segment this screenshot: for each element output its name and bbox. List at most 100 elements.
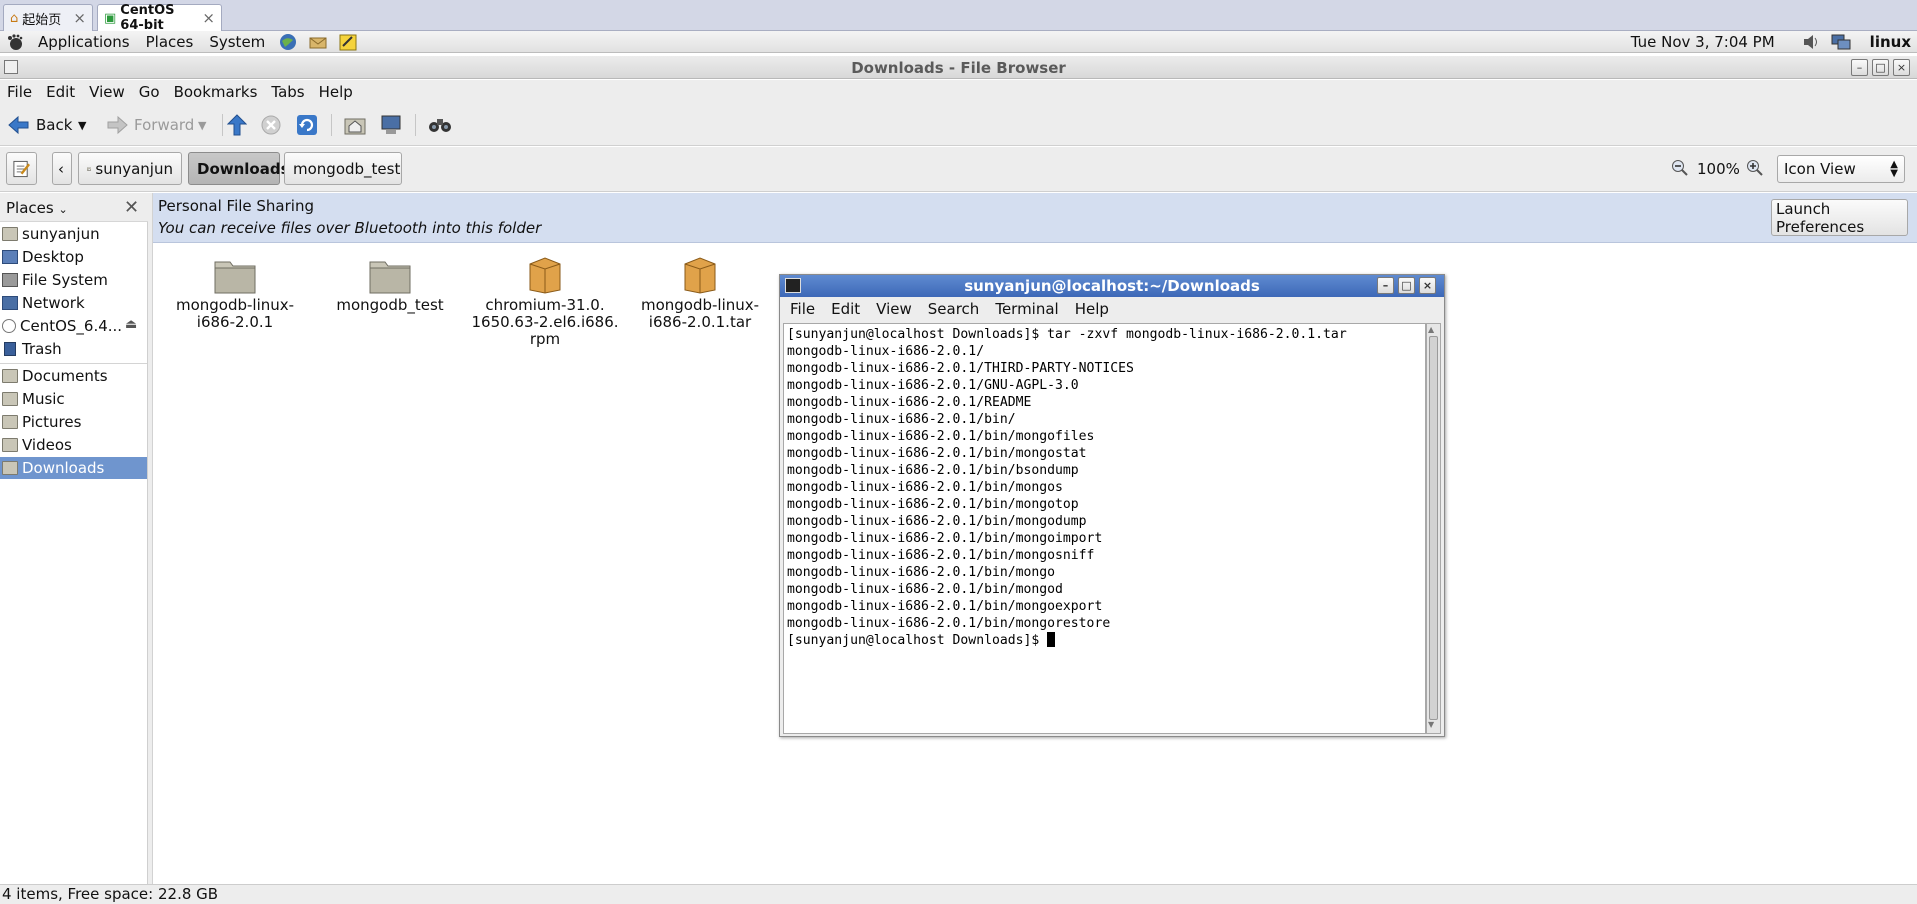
panel-menu-places[interactable]: Places xyxy=(138,33,202,51)
panel-menu-applications[interactable]: Applications xyxy=(30,33,138,51)
terminal-menu-help[interactable]: Help xyxy=(1065,300,1115,318)
panel-clock[interactable]: Tue Nov 3, 7:04 PM xyxy=(1631,33,1775,51)
close-button[interactable]: × xyxy=(1893,59,1910,76)
browser-tab-centos[interactable]: ▣ CentOS 64-bit × xyxy=(97,3,222,33)
terminal-scrollbar[interactable]: ▲ ▼ xyxy=(1426,323,1441,734)
home-folder-icon xyxy=(87,167,92,171)
zoom-out-button[interactable] xyxy=(1671,159,1689,181)
view-mode-select[interactable]: Icon View ▲ ▼ xyxy=(1777,155,1905,183)
text-editor-icon[interactable] xyxy=(338,33,358,51)
reload-icon xyxy=(297,115,317,135)
path-scroll-left-button[interactable]: ‹ xyxy=(52,152,72,185)
terminal-window[interactable]: sunyanjun@localhost:~/Downloads – □ × Fi… xyxy=(779,274,1445,737)
close-button[interactable]: × xyxy=(1419,277,1436,294)
panel-menu-system[interactable]: System xyxy=(201,33,273,51)
menu-bookmarks[interactable]: Bookmarks xyxy=(167,83,265,101)
close-icon[interactable]: × xyxy=(202,9,215,27)
sidebar-item-videos[interactable]: Videos xyxy=(0,434,147,456)
sidebar-item-file-system[interactable]: File System xyxy=(0,269,147,291)
folder-icon xyxy=(2,438,18,452)
terminal-menu-search[interactable]: Search xyxy=(918,300,986,318)
panel-username[interactable]: linux xyxy=(1870,33,1911,51)
terminal-menu-edit[interactable]: Edit xyxy=(821,300,866,318)
search-button[interactable] xyxy=(428,112,452,138)
menu-tabs[interactable]: Tabs xyxy=(264,83,311,101)
back-button[interactable]: Back xyxy=(8,112,72,138)
file-item[interactable]: chromium-31.0. 1650.63-2.el6.i686. rpm xyxy=(470,256,620,348)
folder-icon xyxy=(2,392,18,406)
terminal-menu-view[interactable]: View xyxy=(866,300,918,318)
toggle-location-entry-button[interactable] xyxy=(6,152,37,185)
forward-button[interactable]: Forward xyxy=(106,112,194,138)
sidebar-item-downloads[interactable]: Downloads xyxy=(0,457,147,479)
terminal-titlebar[interactable]: sunyanjun@localhost:~/Downloads – □ × xyxy=(780,275,1444,297)
file-browser-titlebar[interactable]: Downloads - File Browser – □ × xyxy=(0,56,1917,79)
path-button-mongodb-test[interactable]: mongodb_test xyxy=(284,152,402,185)
file-item[interactable]: mongodb_test xyxy=(315,256,465,314)
browser-tab-home[interactable]: ⌂ 起始页 × xyxy=(3,4,93,31)
terminal-line: mongodb-linux-i686-2.0.1/bin/mongotop xyxy=(787,497,1079,512)
sidebar-item-centos-disc[interactable]: CentOS_6.4... ⏏ xyxy=(0,315,147,337)
minimize-button[interactable]: – xyxy=(1851,59,1868,76)
minimize-button[interactable]: – xyxy=(1377,277,1394,294)
sidebar-item-sunyanjun[interactable]: sunyanjun xyxy=(0,223,147,245)
scroll-down-icon[interactable]: ▼ xyxy=(1428,720,1434,729)
sidebar-item-pictures[interactable]: Pictures xyxy=(0,411,147,433)
zoom-level[interactable]: 100% xyxy=(1697,160,1740,178)
menu-help[interactable]: Help xyxy=(312,83,360,101)
sidebar-resize-handle[interactable] xyxy=(148,193,153,884)
terminal-line: mongodb-linux-i686-2.0.1/bin/mongofiles xyxy=(787,429,1095,444)
launch-preferences-button[interactable]: Launch Preferences xyxy=(1771,199,1908,236)
mail-client-icon[interactable] xyxy=(308,33,328,51)
sidebar-item-label: Trash xyxy=(22,340,62,358)
browser-tab-label: CentOS 64-bit xyxy=(120,3,175,33)
menu-file[interactable]: File xyxy=(0,83,39,101)
web-browser-icon[interactable] xyxy=(278,33,298,51)
toolbar-separator xyxy=(331,114,332,136)
maximize-button[interactable]: □ xyxy=(1398,277,1415,294)
menu-edit[interactable]: Edit xyxy=(39,83,82,101)
terminal-menu-file[interactable]: File xyxy=(780,300,821,318)
path-button-sunyanjun[interactable]: sunyanjun xyxy=(78,152,182,185)
maximize-button[interactable]: □ xyxy=(1872,59,1889,76)
file-item[interactable]: mongodb-linux- i686-2.0.1.tar xyxy=(625,256,775,331)
sidebar-item-desktop[interactable]: Desktop xyxy=(0,246,147,268)
forward-history-dropdown[interactable]: ▼ xyxy=(198,112,206,138)
terminal-line: mongodb-linux-i686-2.0.1/bin/ xyxy=(787,412,1016,427)
path-button-downloads[interactable]: Downloads xyxy=(188,152,290,185)
menu-go[interactable]: Go xyxy=(132,83,167,101)
network-status-icon[interactable] xyxy=(1831,33,1851,51)
up-button[interactable] xyxy=(227,112,247,138)
file-item[interactable]: mongodb-linux- i686-2.0.1 xyxy=(160,256,310,331)
back-history-dropdown[interactable]: ▼ xyxy=(78,112,86,138)
volume-icon[interactable] xyxy=(1801,33,1821,51)
stop-icon xyxy=(261,115,281,135)
terminal-output[interactable]: [sunyanjun@localhost Downloads]$ tar -zx… xyxy=(783,323,1426,734)
sidebar-type-select[interactable]: Places ⌄ xyxy=(6,199,68,217)
eject-icon[interactable]: ⏏ xyxy=(125,317,137,332)
sidebar-item-label: sunyanjun xyxy=(22,225,100,243)
close-icon[interactable]: × xyxy=(73,9,86,27)
menu-view[interactable]: View xyxy=(82,83,132,101)
scroll-up-icon[interactable]: ▲ xyxy=(1428,325,1434,334)
close-sidebar-icon[interactable]: ✕ xyxy=(124,197,139,218)
computer-icon xyxy=(381,115,401,134)
terminal-menu-terminal[interactable]: Terminal xyxy=(985,300,1064,318)
zoom-in-icon xyxy=(1747,160,1763,176)
scrollbar-thumb[interactable] xyxy=(1429,336,1438,720)
gnome-foot-icon[interactable] xyxy=(5,33,25,51)
sidebar-item-trash[interactable]: Trash xyxy=(0,338,147,360)
sidebar-item-network[interactable]: Network xyxy=(0,292,147,314)
back-arrow-icon xyxy=(8,115,29,135)
computer-button[interactable] xyxy=(380,112,402,138)
home-button[interactable] xyxy=(344,112,366,138)
terminal-line: mongodb-linux-i686-2.0.1/bin/mongosniff xyxy=(787,548,1095,563)
file-name: mongodb-linux- xyxy=(175,296,295,314)
sidebar-item-music[interactable]: Music xyxy=(0,388,147,410)
toolbar-separator xyxy=(415,114,416,136)
zoom-in-button[interactable] xyxy=(1746,159,1764,181)
reload-button[interactable] xyxy=(296,112,318,138)
stop-button[interactable] xyxy=(261,112,281,138)
sidebar-item-label: File System xyxy=(22,271,108,289)
sidebar-item-documents[interactable]: Documents xyxy=(0,365,147,387)
